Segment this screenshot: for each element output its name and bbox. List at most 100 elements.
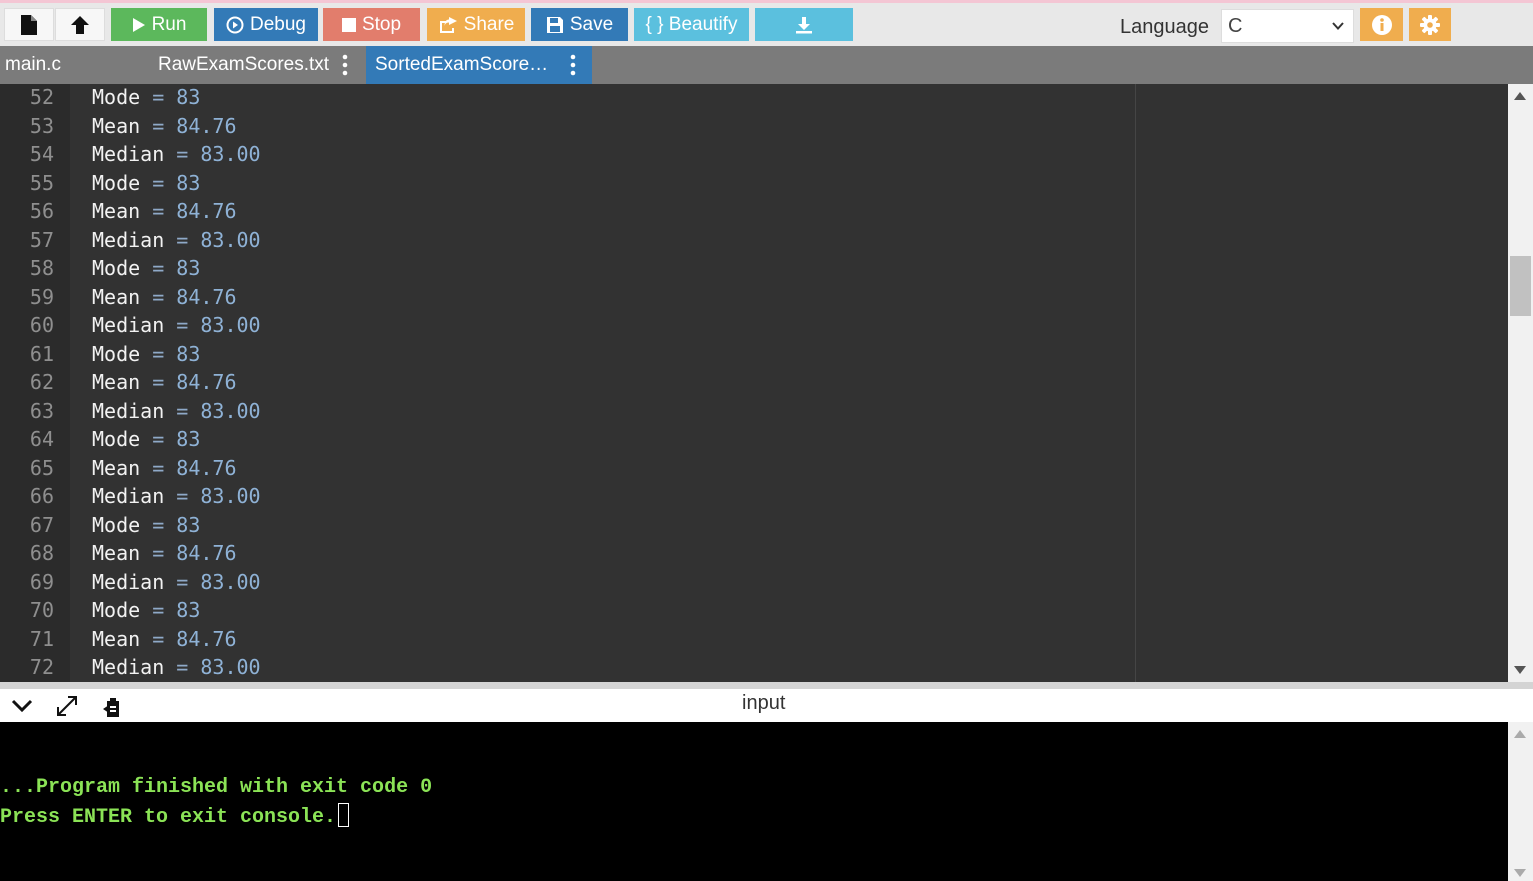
info-icon xyxy=(1371,14,1392,35)
language-select[interactable]: C xyxy=(1221,9,1354,43)
statistic-value: 83.00 xyxy=(200,142,261,166)
equals-operator: = xyxy=(140,626,177,651)
equals-operator: = xyxy=(140,199,177,223)
tab-main-c[interactable]: main.c xyxy=(0,46,150,84)
upload-button[interactable] xyxy=(55,8,105,41)
line-number: 70 xyxy=(29,598,54,622)
language-value: C xyxy=(1228,14,1243,37)
expand-icon[interactable] xyxy=(56,695,78,717)
download-button[interactable] xyxy=(755,8,853,41)
statistic-name: Mean xyxy=(92,199,141,223)
tab-sorted-exam-scores[interactable]: SortedExamScore… xyxy=(366,46,592,84)
code-line: 62 Mean = 84.76 xyxy=(0,368,1134,397)
kebab-menu-icon[interactable] xyxy=(342,54,348,76)
new-file-button[interactable] xyxy=(4,8,54,41)
run-label: Run xyxy=(151,13,187,35)
beautify-button[interactable]: { } Beautify xyxy=(634,8,749,41)
equals-operator: = xyxy=(140,427,177,451)
run-button[interactable]: Run xyxy=(111,8,207,41)
statistic-value: 83.00 xyxy=(200,655,261,679)
console-output[interactable]: ...Program finished with exit code 0 Pre… xyxy=(0,722,1508,881)
scroll-down-arrow-icon[interactable] xyxy=(1514,869,1526,877)
line-content: Mode = 83 xyxy=(92,425,200,454)
line-number: 53 xyxy=(29,113,54,138)
gear-icon xyxy=(1420,14,1440,35)
equals-operator: = xyxy=(164,398,201,423)
line-number: 61 xyxy=(29,341,54,366)
info-button[interactable] xyxy=(1360,8,1403,41)
settings-button[interactable] xyxy=(1409,8,1451,41)
clear-console-icon[interactable] xyxy=(101,695,123,719)
line-number: 58 xyxy=(29,256,54,280)
statistic-value: 83.00 xyxy=(200,569,261,594)
debug-button[interactable]: Debug xyxy=(214,8,318,41)
code-line: 71 Mean = 84.76 xyxy=(0,625,1134,654)
statistic-name: Median xyxy=(92,655,165,679)
play-icon xyxy=(132,17,145,32)
line-number: 56 xyxy=(29,199,54,223)
line-content: Mean = 84.76 xyxy=(92,283,237,312)
scroll-down-arrow-icon[interactable] xyxy=(1514,666,1526,674)
statistic-name: Mean xyxy=(92,455,141,480)
code-line: 52 Mode = 83 xyxy=(0,84,1134,112)
line-content: Median = 83.00 xyxy=(92,653,261,682)
line-content: Median = 83.00 xyxy=(92,140,261,169)
equals-operator: = xyxy=(140,370,177,394)
save-icon xyxy=(546,16,563,33)
equals-operator: = xyxy=(140,512,177,537)
statistic-value: 83 xyxy=(176,427,201,451)
beautify-label: { } Beautify xyxy=(645,13,738,35)
code-line: 60 Median = 83.00 xyxy=(0,311,1134,340)
statistic-value: 83.00 xyxy=(200,484,261,508)
scroll-up-arrow-icon[interactable] xyxy=(1514,730,1526,738)
save-button[interactable]: Save xyxy=(531,8,628,41)
download-icon xyxy=(796,16,812,33)
save-label: Save xyxy=(569,13,614,35)
code-line: 61 Mode = 83 xyxy=(0,340,1134,369)
upload-icon xyxy=(71,15,89,34)
statistic-name: Mode xyxy=(92,170,141,195)
line-number: 57 xyxy=(29,227,54,252)
code-line: 66 Median = 83.00 xyxy=(0,482,1134,511)
line-number: 63 xyxy=(29,398,54,423)
line-content: Median = 83.00 xyxy=(92,482,261,511)
code-editor[interactable]: 52 Mode = 83 53 Mean = 84.76 54 Median = 83.0… xyxy=(0,84,1508,682)
code-line: 69 Median = 83.00 xyxy=(0,568,1134,597)
code-line: 68 Mean = 84.76 xyxy=(0,539,1134,568)
panel-splitter[interactable] xyxy=(0,682,1533,689)
scroll-up-arrow-icon[interactable] xyxy=(1514,92,1526,100)
stop-button[interactable]: Stop xyxy=(323,8,420,41)
statistic-name: Mean xyxy=(92,113,141,138)
editor-scrollbar[interactable] xyxy=(1508,84,1533,682)
equals-operator: = xyxy=(140,170,177,195)
line-number: 67 xyxy=(29,512,54,537)
code-line: 70 Mode = 83 xyxy=(0,596,1134,625)
line-number: 55 xyxy=(29,170,54,195)
statistic-value: 83 xyxy=(176,85,201,109)
line-content: Mean = 84.76 xyxy=(92,112,237,141)
statistic-value: 84.76 xyxy=(176,626,237,651)
line-number: 71 xyxy=(29,626,54,651)
line-content: Mean = 84.76 xyxy=(92,539,237,568)
line-content: Mode = 83 xyxy=(92,84,200,112)
statistic-name: Mean xyxy=(92,284,141,309)
scrollbar-thumb[interactable] xyxy=(1510,256,1531,316)
statistic-name: Mean xyxy=(92,370,141,394)
kebab-menu-icon[interactable] xyxy=(570,54,576,76)
share-button[interactable]: Share xyxy=(427,8,525,41)
equals-operator: = xyxy=(140,541,177,565)
line-number: 62 xyxy=(29,370,54,394)
statistic-name: Mode xyxy=(92,598,141,622)
statistic-value: 84.76 xyxy=(176,199,237,223)
statistic-name: Mode xyxy=(92,341,141,366)
console-scrollbar[interactable] xyxy=(1508,722,1533,881)
line-content: Mean = 84.76 xyxy=(92,197,237,226)
chevron-down-icon[interactable] xyxy=(11,698,33,714)
share-icon xyxy=(439,16,457,33)
console-header: input xyxy=(0,689,1533,722)
line-content: Mode = 83 xyxy=(92,596,200,625)
debug-icon xyxy=(226,16,244,33)
equals-operator: = xyxy=(164,569,201,594)
line-number: 65 xyxy=(29,455,54,480)
tab-raw-exam-scores[interactable]: RawExamScores.txt xyxy=(150,46,365,84)
